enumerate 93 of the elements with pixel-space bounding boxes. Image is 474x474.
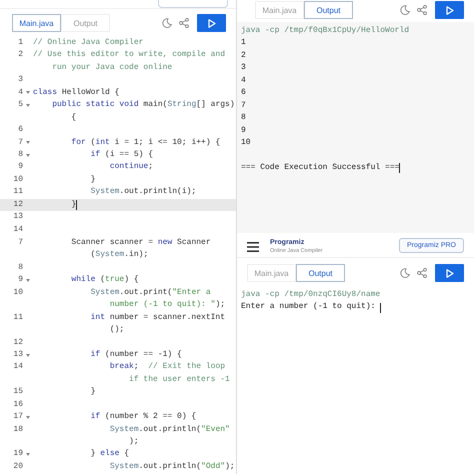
code-line: if (number == -1) { (90, 348, 182, 361)
line-number: 5 (17, 99, 23, 112)
line-number: 13 (12, 348, 23, 361)
code-line: if (number % 2 == 0) { (90, 411, 196, 424)
code-line: } else { (90, 448, 130, 460)
code-line: { (70, 112, 76, 124)
code-line: break; // Exit the loop (108, 361, 226, 374)
moon-icon[interactable] (400, 5, 410, 15)
output-line: 10 (241, 136, 251, 149)
output-line: 2 (241, 50, 246, 62)
code-line: // Use this editor to write, compile and (33, 49, 226, 62)
line-number: 7 (17, 237, 23, 249)
code-line: Scanner scanner = new Scanner (70, 237, 211, 249)
play-icon (446, 268, 454, 278)
run-button[interactable] (197, 14, 226, 32)
tab[interactable]: Output (296, 264, 345, 282)
code-line: class HelloWorld { (33, 86, 120, 99)
line-number: 8 (17, 262, 23, 274)
code-line: run your Java code online (51, 62, 172, 74)
code-line: while (true) { (70, 274, 139, 286)
code-line: int number = scanner.nextInt (90, 312, 226, 324)
line-number: 18 (12, 424, 23, 436)
output-line: 3 (241, 62, 246, 74)
line-number: 6 (17, 124, 23, 136)
line-number: 1 (17, 37, 23, 49)
code-line: continue; (108, 161, 154, 174)
line-number: 14 (12, 361, 23, 374)
output-line: Enter a number (-1 to quit): (241, 301, 376, 314)
line-number: 10 (12, 174, 23, 186)
code-line: ); (128, 436, 139, 448)
moon-icon[interactable] (400, 268, 410, 278)
code-line: if the user enters -1 (128, 374, 230, 386)
code-line: public static void main(String[] args) (51, 99, 235, 112)
tab[interactable]: Output (304, 1, 353, 19)
run-button[interactable] (435, 264, 464, 282)
line-number: 11 (12, 186, 23, 198)
line-number: 2 (17, 49, 23, 62)
code-line: (); (108, 324, 124, 336)
code-line: (System.in); (90, 249, 148, 262)
code-line: if (i == 5) { (90, 148, 154, 161)
run-button[interactable] (435, 1, 464, 19)
code-line: System.out.println("Even" (108, 424, 230, 436)
fold-icon[interactable] (26, 354, 30, 357)
line-number: 8 (17, 148, 23, 161)
line-number: 16 (12, 398, 23, 411)
line-number: 13 (12, 211, 23, 224)
share-icon[interactable] (417, 5, 427, 15)
command-line: java -cp /tmp/0nzqCI6Uy8/name (241, 289, 380, 301)
output-line: === Code Execution Successful === (241, 162, 400, 174)
output-line: 4 (241, 74, 246, 87)
fold-icon[interactable] (26, 453, 30, 456)
line-number: 15 (12, 386, 23, 398)
fold-icon[interactable] (26, 104, 30, 107)
code-line: // Online Java Compiler (33, 37, 144, 49)
play-icon (446, 6, 454, 14)
tab[interactable]: Main.java (12, 14, 61, 32)
moon-icon[interactable] (162, 18, 172, 28)
play-icon (208, 18, 216, 28)
fold-icon[interactable] (26, 279, 30, 282)
code-line: number (-1 to quit): "); (108, 299, 226, 312)
output-line: 1 (241, 37, 246, 50)
line-number: 9 (17, 161, 23, 174)
output-line: 8 (241, 112, 246, 124)
line-number: 14 (12, 224, 23, 236)
command-line: java -cp /tmp/f0qBx1CpUy/HelloWorld (241, 25, 410, 37)
code-line: } (90, 174, 96, 186)
share-icon[interactable] (417, 268, 427, 278)
fold-icon[interactable] (26, 154, 30, 157)
share-icon[interactable] (179, 18, 189, 28)
line-number: 12 (12, 198, 23, 211)
line-number: 3 (17, 74, 23, 86)
output-line: 9 (241, 124, 246, 136)
code-line: } (70, 198, 76, 211)
line-number: 19 (12, 448, 23, 460)
line-number: 9 (17, 274, 23, 286)
line-number: 17 (12, 411, 23, 424)
line-number: 7 (17, 136, 23, 148)
line-number: 20 (12, 460, 23, 473)
line-number: 10 (12, 286, 23, 299)
output-line: 6 (241, 87, 246, 100)
line-number: 4 (17, 86, 23, 99)
code-line: System.out.println("Odd"); (108, 460, 235, 473)
line-number: 12 (12, 336, 23, 348)
fold-icon[interactable] (26, 141, 30, 144)
code-line: for (int i = 1; i <= 10; i++) { (70, 136, 220, 148)
code-line: System.out.print("Enter a (90, 286, 211, 299)
code-line: System.out.println(i); (90, 186, 196, 198)
fold-icon[interactable] (26, 91, 30, 94)
line-number: 11 (12, 312, 23, 324)
code-line: } (90, 386, 96, 398)
output-line: 7 (241, 100, 246, 112)
menu-icon[interactable] (247, 242, 259, 252)
fold-icon[interactable] (26, 416, 30, 419)
